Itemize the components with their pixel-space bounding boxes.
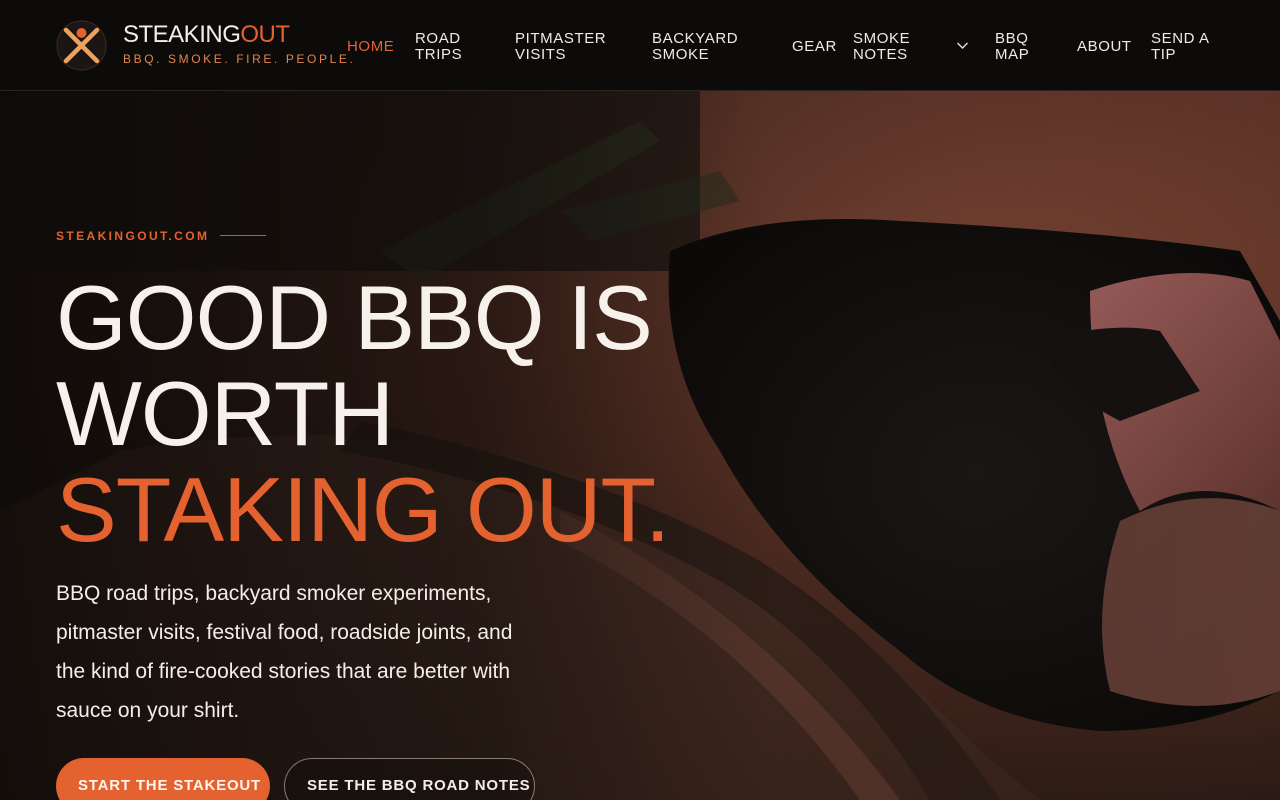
headline-line-1: GOOD BBQ IS bbox=[56, 268, 653, 369]
nav-bbq-map-line1: BBQ bbox=[995, 30, 1029, 47]
nav-road-trips-line2: TRIPS bbox=[415, 46, 463, 63]
nav-gear[interactable]: GEAR bbox=[792, 39, 837, 55]
hero-section: STEAKINGOUT.COM GOOD BBQ IS WORTH STAKIN… bbox=[0, 91, 1280, 800]
nav-road-trips[interactable]: ROAD TRIPS bbox=[415, 31, 462, 63]
eyebrow-text: STEAKINGOUT.COM bbox=[56, 229, 210, 243]
nav-pitmaster-line2: VISITS bbox=[515, 46, 567, 63]
nav-smoke-notes[interactable]: SMOKE NOTES bbox=[853, 31, 910, 63]
nav-road-trips-line1: ROAD bbox=[415, 30, 461, 47]
nav-backyard-line2: SMOKE bbox=[652, 46, 710, 63]
brand-name: STEAKINGOUT bbox=[123, 21, 290, 48]
brand[interactable]: STEAKINGOUT BBQ. SMOKE. FIRE. PEOPLE. bbox=[123, 21, 356, 67]
logo-icon[interactable] bbox=[56, 20, 107, 71]
nav-about[interactable]: ABOUT bbox=[1077, 39, 1132, 55]
nav-bbq-map-line2: MAP bbox=[995, 46, 1030, 63]
hero-headline: GOOD BBQ IS WORTH STAKING OUT. bbox=[56, 268, 670, 561]
nav-pitmaster-visits[interactable]: PITMASTER VISITS bbox=[515, 31, 606, 63]
nav-backyard-smoke[interactable]: BACKYARD SMOKE bbox=[652, 31, 738, 63]
brand-tagline: BBQ. SMOKE. FIRE. PEOPLE. bbox=[123, 52, 356, 66]
hero-description: BBQ road trips, backyard smoker experime… bbox=[56, 582, 513, 722]
bbq-road-notes-button[interactable]: SEE THE BBQ ROAD NOTES bbox=[284, 758, 535, 800]
start-stakeout-button[interactable]: START THE STAKEOUT bbox=[56, 758, 270, 800]
eyebrow-divider bbox=[220, 235, 266, 236]
nav-send-a-tip[interactable]: SEND A TIP bbox=[1151, 31, 1210, 63]
nav-smoke-notes-line1: SMOKE bbox=[853, 30, 911, 47]
chevron-down-icon[interactable] bbox=[956, 41, 969, 50]
headline-line-3: STAKING OUT. bbox=[56, 460, 670, 561]
nav-smoke-notes-line2: NOTES bbox=[853, 46, 908, 63]
headline-line-2: WORTH bbox=[56, 364, 394, 465]
site-header: STEAKINGOUT BBQ. SMOKE. FIRE. PEOPLE. HO… bbox=[0, 0, 1280, 91]
nav-bbq-map[interactable]: BBQ MAP bbox=[995, 31, 1029, 63]
nav-send-tip-line2: TIP bbox=[1151, 46, 1177, 63]
nav-home[interactable]: HOME bbox=[347, 39, 394, 55]
nav-backyard-line1: BACKYARD bbox=[652, 30, 739, 47]
nav-send-tip-line1: SEND A bbox=[1151, 30, 1210, 47]
nav-pitmaster-line1: PITMASTER bbox=[515, 30, 607, 47]
